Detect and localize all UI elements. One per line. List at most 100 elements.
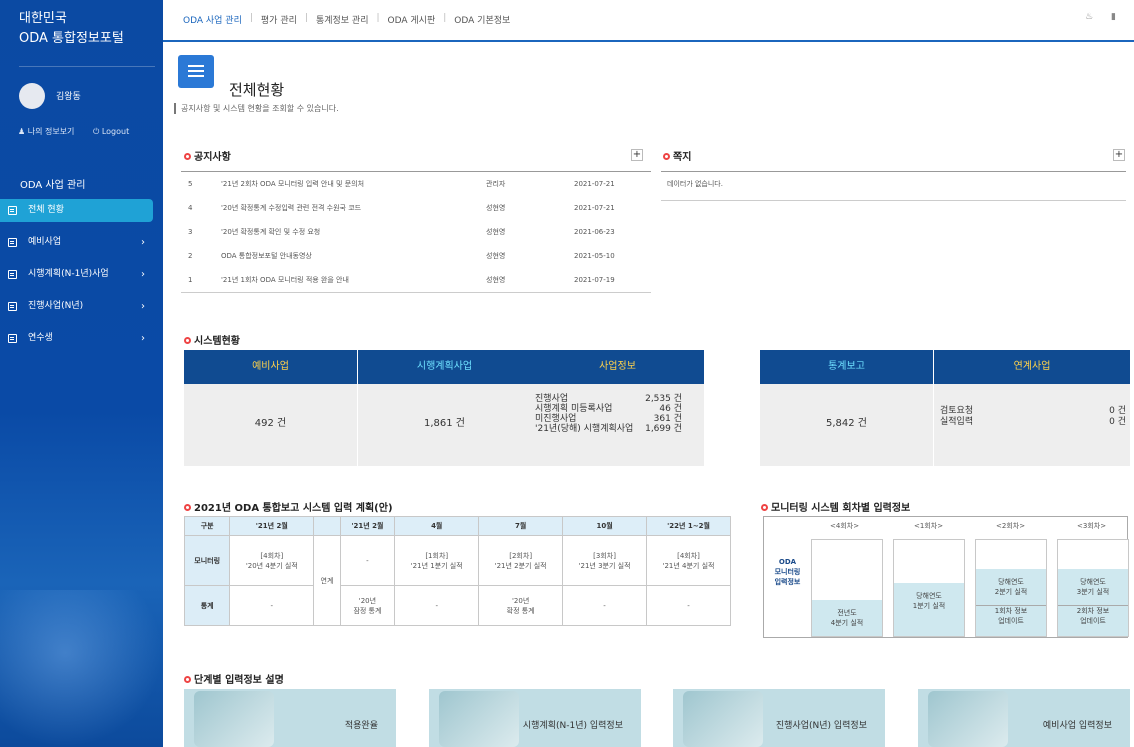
chat-icon[interactable]: ▮ xyxy=(1111,12,1116,22)
round-header: <1회차> xyxy=(914,522,944,530)
row-value: 0 건 xyxy=(1109,406,1126,416)
card-preliminary[interactable]: 예비사업 492 건 xyxy=(184,350,357,466)
row-key: 실적입력 xyxy=(940,417,974,427)
nav-evaluation[interactable]: 평가 관리 xyxy=(253,13,305,26)
card-project-info[interactable]: 사업정보 진행사업 2,535 건 시행계획 미등록사업 46 건 미진행사업 361… xyxy=(531,350,704,466)
user-name: 김왕동 xyxy=(56,92,81,102)
table-cell: [4회차] '21년 4분기 실적 xyxy=(646,535,731,586)
sidebar-item-overview[interactable]: 전체 현황 xyxy=(0,199,153,222)
row-value: 1,699 건 xyxy=(645,424,682,434)
banner-plan[interactable]: 시행계획(N-1년) 입력정보 xyxy=(429,689,641,747)
chevron-right-icon: › xyxy=(141,333,145,344)
card-header: 시행계획사업 xyxy=(358,350,531,384)
card-plan[interactable]: 시행계획사업 1,861 건 xyxy=(358,350,531,466)
system-section-title: 시스템현황 xyxy=(184,332,240,347)
brand-logo[interactable]: 대한민국 ODA 통합정보포털 xyxy=(19,9,124,49)
sidebar-item-plan[interactable]: 시행계획(N-1년)사업 › xyxy=(0,263,163,286)
messages-more-button[interactable]: + xyxy=(1113,149,1125,161)
plan-table: 구분 '21년 2월 '21년 2월 4월 7월 10월 '22년 1~2월 모… xyxy=(183,516,731,626)
notice-title-text: '21년 2회차 ODA 모니터링 입력 안내 및 문의처 xyxy=(221,180,365,188)
card-row: 진행사업 2,535 건 xyxy=(535,394,704,404)
sidebar-item-ongoing[interactable]: 진행사업(N년) › xyxy=(0,295,163,318)
notice-num: 1 xyxy=(188,276,193,284)
brand-line1: 대한민국 xyxy=(19,11,67,26)
chevron-right-icon: › xyxy=(141,237,145,248)
nav-basic-info[interactable]: ODA 기본정보 xyxy=(446,13,518,26)
user-links: ♟ 나의 정보보기 ⏻ Logout xyxy=(18,126,145,137)
table-cell: - xyxy=(562,585,648,626)
col-header: '21년 2월 xyxy=(229,516,315,536)
sidebar-item-label: 시행계획(N-1년)사업 xyxy=(28,269,109,279)
row-value: 2,535 건 xyxy=(645,394,682,404)
round-header: <4회차> xyxy=(830,522,860,530)
banner-preliminary[interactable]: 예비사업 입력정보 xyxy=(918,689,1130,747)
notice-writer: 성현영 xyxy=(486,204,506,212)
list-item[interactable]: 2 ODA 통합정보포털 안내동영상 성현영 2021-05-10 xyxy=(181,244,651,268)
notice-num: 2 xyxy=(188,252,193,260)
main-content: 전체현황 공지사항 및 시스템 현황을 조회할 수 있습니다. 공지사항 + 5… xyxy=(163,44,1134,747)
bullet-icon xyxy=(184,676,191,683)
col-header: 10월 xyxy=(562,516,648,536)
round-column: 당해연도 2분기 실적 1회차 정보 업데이트 xyxy=(975,539,1047,637)
my-info-link[interactable]: ♟ 나의 정보보기 xyxy=(18,127,82,136)
row-key: 미진행사업 xyxy=(535,414,577,424)
notice-date: 2021-07-21 xyxy=(574,204,615,212)
banner-ongoing[interactable]: 진행사업(N년) 입력정보 xyxy=(673,689,885,747)
logout-link[interactable]: ⏻ Logout xyxy=(93,127,137,136)
top-icons: ♨ ▮ xyxy=(1085,12,1116,22)
nav-statistics[interactable]: 통계정보 관리 xyxy=(308,13,377,26)
monitor-section-title: 모니터링 시스템 회차별 입력정보 xyxy=(761,499,910,514)
notice-date: 2021-07-19 xyxy=(574,276,615,284)
list-item[interactable]: 1 '21년 1회차 ODA 모니터링 적용 완을 안내 성현영 2021-07-19 xyxy=(181,268,651,292)
round-column: 당해연도 1분기 실적 xyxy=(893,539,965,637)
card-header: 예비사업 xyxy=(184,350,357,384)
logout-label: Logout xyxy=(101,127,130,136)
bell-icon[interactable]: ♨ xyxy=(1085,12,1093,22)
sidebar-item-trainees[interactable]: 연수생 › xyxy=(0,327,163,350)
table-cell: 연계 xyxy=(313,535,341,626)
row-key: 진행사업 xyxy=(535,394,569,404)
table-cell: [4회차] '20년 4분기 실적 xyxy=(229,535,315,586)
nav-board[interactable]: ODA 게시판 xyxy=(380,13,444,26)
list-item[interactable]: 5 '21년 2회차 ODA 모니터링 입력 안내 및 문의처 관리자 2021-07… xyxy=(181,172,651,196)
notice-writer: 성현영 xyxy=(486,276,506,284)
notice-num: 4 xyxy=(188,204,193,212)
steps-section-title: 단계별 입력정보 설명 xyxy=(184,671,284,686)
table-cell: [3회차] '21년 3분기 실적 xyxy=(562,535,648,586)
banner-image xyxy=(194,691,274,747)
plan-section-title: 2021년 ODA 통합보고 시스템 입력 계획(안) xyxy=(184,499,393,514)
bullet-icon xyxy=(184,153,191,160)
notice-writer: 성현영 xyxy=(486,228,506,236)
list-item[interactable]: 4 '20년 확정통계 수정입력 관련 전격 수원국 코드 성현영 2021-07-2… xyxy=(181,196,651,220)
nav-oda-project[interactable]: ODA 사업 관리 xyxy=(183,13,250,26)
card-row: 시행계획 미등록사업 46 건 xyxy=(535,404,704,414)
divider xyxy=(19,66,155,67)
chevron-right-icon: › xyxy=(141,269,145,280)
sidebar-item-label: 전체 현황 xyxy=(28,205,64,215)
list-icon xyxy=(8,238,17,247)
page-title: 전체현황 xyxy=(229,81,285,99)
card-linked[interactable]: 연계사업 검토요청 0 건 실적입력 0 건 xyxy=(934,350,1130,466)
row-label: 통계 xyxy=(183,585,231,626)
row-value: 0 건 xyxy=(1109,417,1126,427)
list-icon xyxy=(8,302,17,311)
table-cell: [2회차] '21년 2분기 실적 xyxy=(478,535,564,586)
sidebar-menu: 전체 현황 예비사업 › 시행계획(N-1년)사업 › 진행사업(N년) › 연… xyxy=(0,199,163,359)
notice-title-text: '20년 확정통계 확인 및 수정 요청 xyxy=(221,228,321,236)
table-row: 통계 - '20년 잠정 통계 - '20년 확정 통계 - - xyxy=(183,585,731,626)
messages-empty-text: 데이터가 없습니다. xyxy=(667,180,723,188)
card-rows: 검토요청 0 건 실적입력 0 건 xyxy=(934,384,1130,428)
col-header xyxy=(313,516,341,536)
banner-image xyxy=(683,691,763,747)
card-statistics[interactable]: 통계보고 5,842 건 xyxy=(760,350,933,466)
notice-title-text: '20년 확정통계 수정입력 관련 전격 수원국 코드 xyxy=(221,204,362,212)
card-row: 미진행사업 361 건 xyxy=(535,414,704,424)
row-key: '21년(당해) 시행계획사업 xyxy=(535,424,634,434)
table-cell: '20년 잠정 통계 xyxy=(339,585,396,626)
notice-num: 5 xyxy=(188,180,193,188)
list-item[interactable]: 3 '20년 확정통계 확인 및 수정 요청 성현영 2021-06-23 xyxy=(181,220,651,244)
monitor-diagram: <4회차> <1회차> <2회차> <3회차> ODA 모니터링 입력정보 전년… xyxy=(763,516,1129,638)
sidebar-item-preliminary[interactable]: 예비사업 › xyxy=(0,231,163,254)
banner-apply[interactable]: 적용완율 xyxy=(184,689,396,747)
notice-more-button[interactable]: + xyxy=(631,149,643,161)
